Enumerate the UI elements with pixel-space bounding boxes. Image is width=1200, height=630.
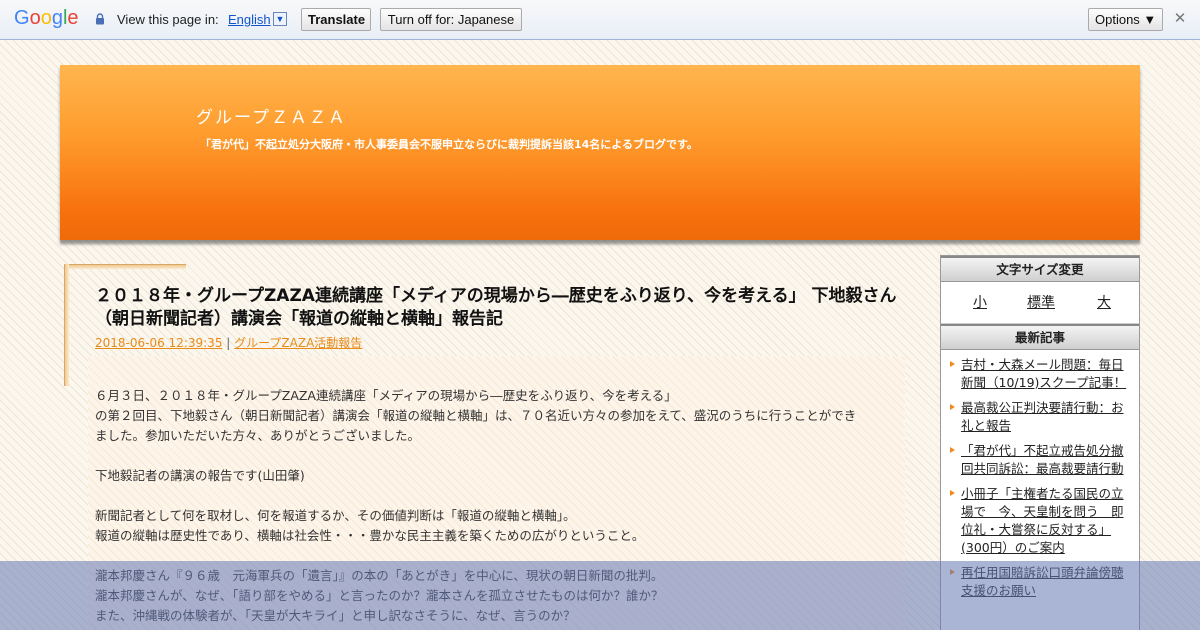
body-line: 新聞記者として何を取材し、何を報道するか、その価値判断は「報道の縦軸と横軸」。 (95, 508, 576, 523)
body-line: 下地毅記者の講演の報告です(山田肇) (95, 468, 305, 483)
list-item: 小冊子「主権者たる国民の立 場で 今、天皇制を問う 即位礼・大嘗祭に反対する」 (3… (949, 485, 1131, 557)
recent-post-link[interactable]: 吉村・大森メール問題：毎日 新聞（10/19)スクープ記事！ (961, 357, 1126, 390)
recent-post-link[interactable]: 最高裁公正判決要請行動：お 礼と報告 (961, 400, 1124, 433)
recent-post-link[interactable]: 再任用国賠訴訟口頭弁論傍聴 支援のお願い (961, 565, 1124, 598)
recent-post-link[interactable]: 小冊子「主権者たる国民の立 場で 今、天皇制を問う 即位礼・大嘗祭に反対する」 (3… (961, 486, 1124, 555)
list-item: 「君が代」不起立戒告処分撤 回共同訴訟：最高裁要請行動 (949, 442, 1131, 478)
bullet-arrow-icon (950, 404, 955, 410)
recent-posts-heading: 最新記事 (941, 324, 1139, 350)
body-line: 瀧本邦慶さんが、なぜ、「語り部をやめる」と言ったのか？瀧本さんを孤立させたものは… (95, 588, 664, 603)
list-item: 吉村・大森メール問題：毎日 新聞（10/19)スクープ記事！ (949, 356, 1131, 392)
body-line: の第２回目、下地毅さん（朝日新聞記者）講演会「報道の縦軸と横軸」は、７０名近い方… (95, 408, 857, 423)
font-size-standard-link[interactable]: 標準 (1027, 292, 1055, 312)
bullet-arrow-icon (950, 361, 955, 367)
font-size-options: 小 標準 大 (941, 282, 1139, 324)
language-dropdown-icon[interactable]: ▼ (273, 12, 287, 26)
meta-separator: | (226, 336, 231, 350)
site-title[interactable]: グループＺＡＺＡ (196, 103, 347, 128)
language-select[interactable]: English (228, 12, 271, 27)
recent-posts-list: 吉村・大森メール問題：毎日 新聞（10/19)スクープ記事！ 最高裁公正判決要請行… (941, 350, 1139, 600)
recent-post-link[interactable]: 「君が代」不起立戒告処分撤 回共同訴訟：最高裁要請行動 (961, 443, 1124, 476)
translate-button[interactable]: Translate (301, 8, 371, 31)
translate-prompt: View this page in: (117, 12, 219, 27)
bullet-arrow-icon (950, 490, 955, 496)
body-line: 瀧本邦慶さん『９６歳 元海軍兵の「遺言」』の本の「あとがき」を中心に、現状の朝日… (95, 568, 664, 583)
post-category-link[interactable]: グループZAZA活動報告 (234, 336, 362, 350)
header-shadow (60, 240, 1140, 246)
list-item: 最高裁公正判決要請行動：お 礼と報告 (949, 399, 1131, 435)
options-button[interactable]: Options ▼ (1088, 8, 1163, 31)
article-corner-decoration (64, 264, 69, 386)
translate-bar: Google View this page in: English ▼ Tran… (0, 0, 1200, 40)
body-line: ました。参加いただいた方々、ありがとうございました。 (95, 428, 421, 443)
post-body: ６月３日、２０１８年・グループZAZA連続講座「メディアの現場から―歴史をふり返… (88, 356, 905, 630)
bullet-arrow-icon (950, 569, 955, 575)
article-corner-decoration (64, 264, 186, 269)
site-header: グループＺＡＺＡ 「君が代」不起立処分大阪府・市人事委員会不服申立ならびに裁判提… (60, 65, 1140, 240)
turn-off-button[interactable]: Turn off for: Japanese (380, 8, 522, 31)
body-line: また、沖縄戦の体験者が、「天皇が大キライ」と申し訳なさそうに、なぜ、言うのか？ (95, 608, 576, 623)
post-title: ２０１８年・グループZAZA連続講座「メディアの現場から―歴史をふり返り、今を考… (95, 286, 897, 329)
sidebar: 文字サイズ変更 小 標準 大 最新記事 吉村・大森メール問題：毎日 新聞（10/1… (940, 255, 1140, 630)
google-logo: Google (14, 7, 79, 29)
font-size-small-link[interactable]: 小 (973, 292, 987, 312)
site-description: 「君が代」不起立処分大阪府・市人事委員会不服申立ならびに裁判提訴当該14名による… (200, 138, 698, 151)
body-line: 報道の縦軸は歴史性であり、横軸は社会性・・・豊かな民主主義を築くための広がりとい… (95, 528, 645, 543)
lock-icon (96, 13, 104, 25)
list-item: 再任用国賠訴訟口頭弁論傍聴 支援のお願い (949, 564, 1131, 600)
body-line: ６月３日、２０１８年・グループZAZA連続講座「メディアの現場から―歴史をふり返… (95, 388, 677, 403)
post-date-link[interactable]: 2018-06-06 12:39:35 (95, 336, 222, 350)
bullet-arrow-icon (950, 447, 955, 453)
close-icon[interactable]: ✕ (1172, 11, 1188, 27)
post-meta: 2018-06-06 12:39:35 | グループZAZA活動報告 (95, 334, 362, 351)
font-size-large-link[interactable]: 大 (1097, 292, 1111, 312)
font-size-heading: 文字サイズ変更 (941, 256, 1139, 282)
